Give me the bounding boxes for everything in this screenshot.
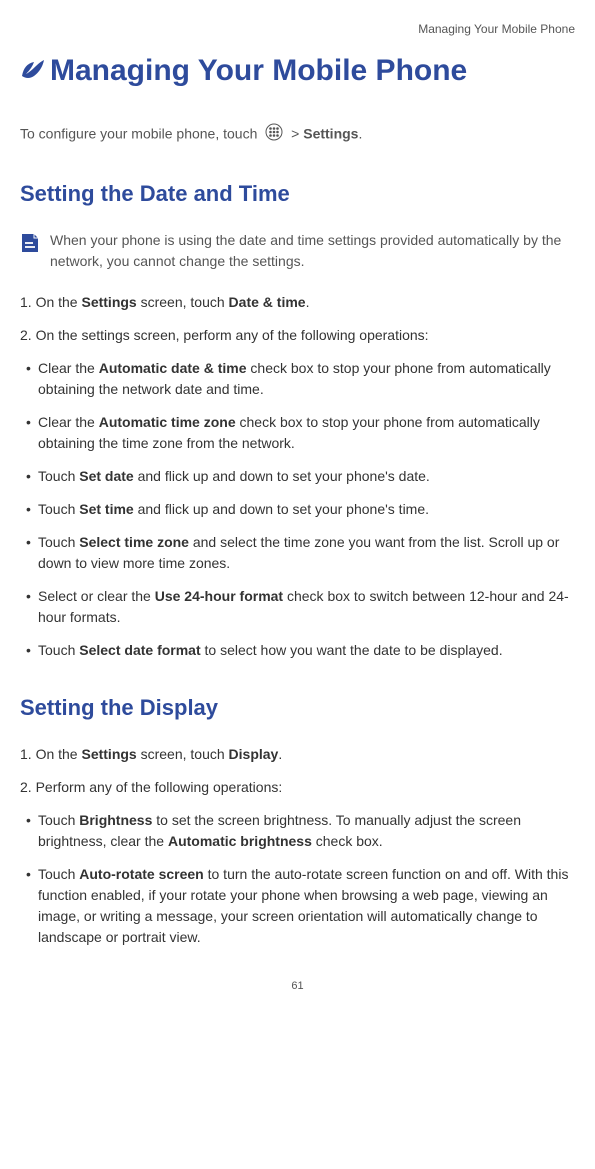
bullet-list-display: Touch Brightness to set the screen brigh… <box>20 810 575 948</box>
list-item: Clear the Automatic date & time check bo… <box>20 358 575 400</box>
apps-grid-icon <box>265 123 283 147</box>
list-item: Touch Auto-rotate screen to turn the aut… <box>20 864 575 948</box>
note-block: When your phone is using the date and ti… <box>20 230 575 272</box>
list-item: Touch Set time and flick up and down to … <box>20 499 575 520</box>
list-item: Touch Brightness to set the screen brigh… <box>20 810 575 852</box>
step-1-display: 1. On the Settings screen, touch Display… <box>20 744 575 765</box>
step-1-date-time: 1. On the Settings screen, touch Date & … <box>20 292 575 313</box>
step-2-display: 2. Perform any of the following operatio… <box>20 777 575 798</box>
section-heading-display: Setting the Display <box>20 691 575 724</box>
note-text: When your phone is using the date and ti… <box>50 230 575 272</box>
note-icon <box>20 232 40 260</box>
bullet-list-date-time: Clear the Automatic date & time check bo… <box>20 358 575 661</box>
list-item: Touch Select date format to select how y… <box>20 640 575 661</box>
intro-paragraph: To configure your mobile phone, touch > … <box>20 123 575 147</box>
list-item: Touch Select time zone and select the ti… <box>20 532 575 574</box>
step-2-date-time: 2. On the settings screen, perform any o… <box>20 325 575 346</box>
page-number: 61 <box>20 978 575 995</box>
list-item: Clear the Automatic time zone check box … <box>20 412 575 454</box>
leaf-icon <box>20 48 46 93</box>
page-title: Managing Your Mobile Phone <box>20 48 575 93</box>
page-header: Managing Your Mobile Phone <box>20 20 575 38</box>
list-item: Touch Set date and flick up and down to … <box>20 466 575 487</box>
list-item: Select or clear the Use 24-hour format c… <box>20 586 575 628</box>
section-heading-date-time: Setting the Date and Time <box>20 177 575 210</box>
